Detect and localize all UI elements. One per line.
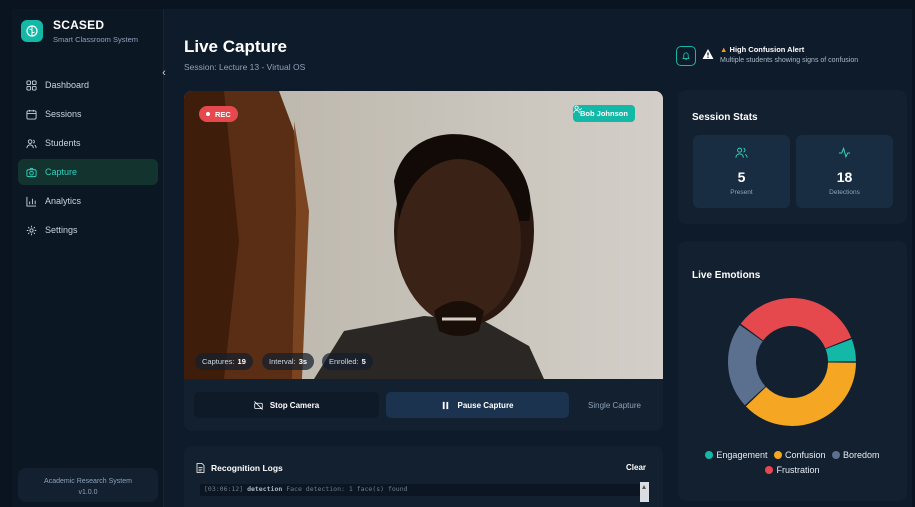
logs-title: Recognition Logs <box>196 463 283 473</box>
sidebar-item-capture[interactable]: Capture <box>18 159 158 185</box>
bar-chart-icon <box>26 196 37 207</box>
recognized-person-badge: Bob Johnson <box>573 105 635 122</box>
donut-slice-confusion <box>745 361 856 426</box>
emotions-legend: Engagement Confusion Boredom Frustration <box>684 448 901 478</box>
sidebar-item-label: Sessions <box>45 109 82 119</box>
stop-camera-button[interactable]: Stop Camera <box>194 392 379 418</box>
present-count: 5 <box>737 169 746 185</box>
sidebar-item-students[interactable]: Students <box>18 130 158 156</box>
legend-item-boredom: Boredom <box>832 448 880 462</box>
bell-icon <box>682 52 690 60</box>
donut-slice-engagement <box>825 339 856 363</box>
live-emotions-title: Live Emotions <box>692 270 761 281</box>
alert-title: ▲ High Confusion Alert <box>720 45 805 54</box>
camera-feed: REC Bob Johnson Captures: 19 Interval: 3s … <box>184 91 663 379</box>
users-icon <box>26 138 37 148</box>
camera-icon <box>26 167 37 177</box>
captures-chip: Captures: 19 <box>195 353 253 370</box>
users-icon <box>735 147 748 158</box>
legend-dot <box>773 451 782 459</box>
sidebar: SCASED Smart Classroom System Dashboard … <box>12 9 164 507</box>
sidebar-item-sessions[interactable]: Sessions <box>18 101 158 127</box>
legend-item-engagement: Engagement <box>705 448 767 462</box>
footer-version: v1.0.0 <box>78 489 98 496</box>
warning-icon <box>702 49 714 59</box>
sidebar-item-settings[interactable]: Settings <box>18 217 158 243</box>
brand-subtitle: Smart Classroom System <box>53 35 139 44</box>
record-dot-icon <box>206 112 210 116</box>
notification-button[interactable] <box>676 46 696 66</box>
log-entry: [03:06:12] detection Face detection: 1 f… <box>200 484 646 496</box>
pause-capture-button[interactable]: Pause Capture <box>386 392 569 418</box>
interval-chip: Interval: 3s <box>262 353 315 370</box>
footer-title: Academic Research System <box>44 478 132 485</box>
chevron-left-icon[interactable]: ‹ <box>158 65 170 81</box>
brand-name: SCASED <box>53 18 105 32</box>
sidebar-item-label: Students <box>45 138 81 148</box>
live-emotions-panel: Live Emotions Engagement Confusion Bored… <box>678 241 907 501</box>
legend-dot <box>765 466 774 474</box>
page-subtitle: Session: Lecture 13 - Virtual OS <box>184 62 306 72</box>
grid-icon <box>26 79 37 91</box>
recognition-logs-panel: Recognition Logs Clear [03:06:12] detect… <box>184 446 663 507</box>
recording-badge: REC <box>199 106 238 122</box>
warning-triangle-icon: ▲ <box>720 45 728 54</box>
clear-logs-button[interactable]: Clear <box>626 463 646 472</box>
session-stats-title: Session Stats <box>692 112 758 123</box>
enrolled-chip: Enrolled: 5 <box>322 353 373 370</box>
app-window: SCASED Smart Classroom System Dashboard … <box>12 9 912 507</box>
calendar-icon <box>26 109 37 120</box>
session-stats-panel: Session Stats 5 Present 18 Detections <box>678 90 907 224</box>
present-label: Present <box>730 189 753 196</box>
activity-icon <box>838 146 851 159</box>
confusion-alert: ▲ High Confusion Alert Multiple students… <box>702 45 858 64</box>
legend-item-confusion: Confusion <box>773 448 826 462</box>
brand: SCASED Smart Classroom System <box>21 18 138 44</box>
pause-icon <box>443 401 449 409</box>
donut-slice-frustration <box>740 298 852 349</box>
brain-logo-icon <box>21 20 43 42</box>
legend-dot <box>705 451 714 459</box>
emotions-donut-chart <box>728 298 856 426</box>
capture-panel: REC Bob Johnson Captures: 19 Interval: 3s … <box>184 91 663 431</box>
single-capture-button[interactable]: Single Capture <box>576 392 653 418</box>
legend-dot <box>832 451 841 459</box>
logs-scrollbar[interactable] <box>640 482 649 502</box>
legend-item-frustration: Frustration <box>765 463 820 477</box>
sidebar-nav: Dashboard Sessions Students Capture Anal… <box>18 72 158 246</box>
detections-stat-card: 18 Detections <box>796 135 893 208</box>
sidebar-item-analytics[interactable]: Analytics <box>18 188 158 214</box>
sidebar-item-dashboard[interactable]: Dashboard <box>18 72 158 98</box>
alert-message: Multiple students showing signs of confu… <box>720 57 859 64</box>
capture-controls: Stop Camera Pause Capture Single Capture <box>194 392 653 418</box>
present-stat-card: 5 Present <box>693 135 790 208</box>
file-text-icon <box>196 463 205 473</box>
user-check-icon <box>573 105 582 114</box>
page-title: Live Capture <box>184 37 287 56</box>
detections-count: 18 <box>836 169 853 185</box>
sidebar-item-label: Dashboard <box>45 80 90 90</box>
sidebar-item-label: Analytics <box>45 196 82 206</box>
sidebar-item-label: Capture <box>45 167 78 177</box>
gear-icon <box>26 225 37 235</box>
detections-label: Detections <box>829 189 860 196</box>
sidebar-item-label: Settings <box>45 225 78 235</box>
sidebar-footer: Academic Research System v1.0.0 <box>18 468 158 502</box>
camera-off-icon <box>253 400 263 410</box>
donut-slice-boredom <box>728 325 766 406</box>
